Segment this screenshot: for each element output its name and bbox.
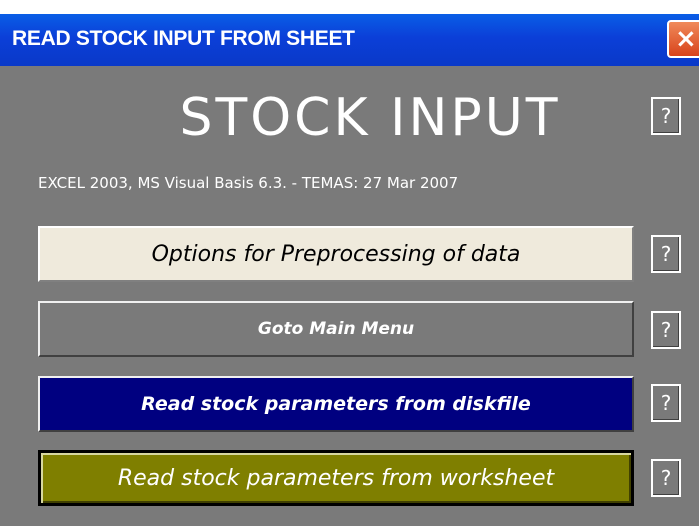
help-button-disk[interactable]: ? (651, 384, 681, 422)
read-from-worksheet-button[interactable]: Read stock parameters from worksheet (38, 450, 634, 506)
dialog-window: READ STOCK INPUT FROM SHEET × STOCK INPU… (0, 0, 699, 526)
help-button-options[interactable]: ? (651, 235, 681, 273)
read-from-diskfile-button[interactable]: Read stock parameters from diskfile (38, 376, 634, 432)
close-button[interactable]: × (667, 20, 699, 58)
page-title: STOCK INPUT (179, 88, 561, 148)
help-button-goto[interactable]: ? (651, 311, 681, 349)
help-button-sheet[interactable]: ? (651, 459, 681, 497)
window-title: READ STOCK INPUT FROM SHEET (12, 27, 355, 50)
close-icon: × (675, 24, 697, 54)
top-strip (0, 0, 699, 14)
goto-main-menu-button[interactable]: Goto Main Menu (38, 301, 634, 357)
help-button-title[interactable]: ? (651, 97, 681, 135)
options-preprocessing-button[interactable]: Options for Preprocessing of data (38, 226, 634, 282)
version-text: EXCEL 2003, MS Visual Basis 6.3. - TEMAS… (38, 174, 459, 192)
